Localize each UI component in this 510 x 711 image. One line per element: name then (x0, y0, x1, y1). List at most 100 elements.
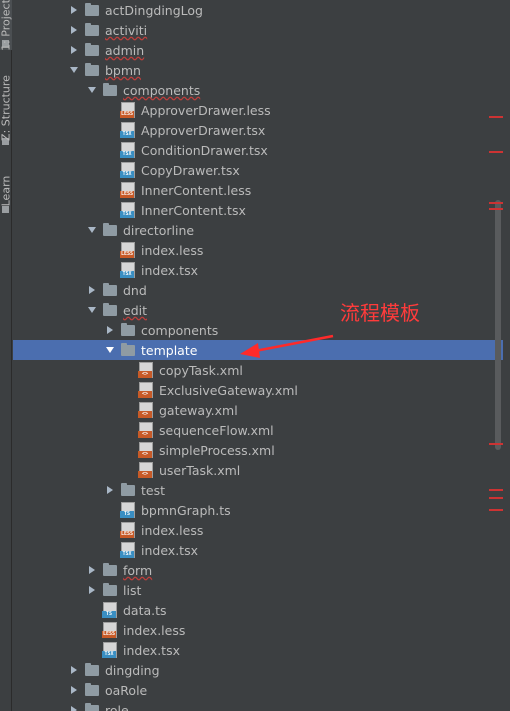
tree-item-label: index.less (141, 242, 204, 258)
chevron-right-icon[interactable] (103, 480, 117, 500)
chevron-right-icon[interactable] (85, 580, 99, 600)
tree-folder-row[interactable]: template (13, 340, 503, 360)
error-stripe-marker[interactable] (489, 116, 503, 118)
tree-file-row[interactable]: TSX ApproverDrawer.tsx (13, 120, 503, 140)
tree-file-row[interactable]: <> ExclusiveGateway.xml (13, 380, 503, 400)
file-type-badge: <> (138, 391, 152, 398)
tree-folder-row[interactable]: oaRole (13, 680, 503, 700)
error-stripe-marker[interactable] (489, 151, 503, 153)
chevron-right-icon[interactable] (67, 660, 81, 680)
tree-file-row[interactable]: <> userTask.xml (13, 460, 503, 480)
tree-folder-row[interactable]: form (13, 560, 503, 580)
chevron-down-icon[interactable] (103, 340, 117, 360)
error-stripe-marker[interactable] (489, 443, 503, 445)
file-type-badge: LESS (120, 191, 134, 198)
tree-folder-row[interactable]: components (13, 80, 503, 100)
chevron-right-icon[interactable] (67, 20, 81, 40)
tree-file-row[interactable]: <> simpleProcess.xml (13, 440, 503, 460)
tree-folder-row[interactable]: dingding (13, 660, 503, 680)
tree-item-label: index.tsx (141, 262, 198, 278)
file-type-badge: TS (102, 611, 116, 618)
error-stripe-marker[interactable] (489, 489, 503, 491)
tree-folder-row[interactable]: dnd (13, 280, 503, 300)
chevron-right-icon[interactable] (103, 320, 117, 340)
chevron-right-icon[interactable] (67, 0, 81, 20)
tree-file-row[interactable]: LESS index.less (13, 240, 503, 260)
tree-folder-row[interactable]: list (13, 580, 503, 600)
tree-file-row[interactable]: LESS ApproverDrawer.less (13, 100, 503, 120)
error-stripe-marker[interactable] (489, 208, 503, 210)
tree-file-row[interactable]: TSX index.tsx (13, 640, 503, 660)
tree-folder-row[interactable]: activiti (13, 20, 503, 40)
tree-item-label: bpmn (105, 62, 141, 78)
tree-file-row[interactable]: TSX index.tsx (13, 540, 503, 560)
learn-tool-icon (2, 206, 9, 213)
error-stripe-marker[interactable] (489, 497, 503, 499)
tree-file-row[interactable]: LESS index.less (13, 520, 503, 540)
tree-file-row[interactable]: <> sequenceFlow.xml (13, 420, 503, 440)
folder-icon (121, 342, 135, 356)
tree-item-label: components (141, 322, 219, 338)
tree-item-label: dnd (123, 282, 147, 298)
structure-tool-tab[interactable]: Z: Structure (0, 66, 13, 150)
tree-file-row[interactable]: <> copyTask.xml (13, 360, 503, 380)
tree-folder-row[interactable]: edit (13, 300, 503, 320)
error-stripe-marker[interactable] (489, 202, 503, 204)
chevron-down-icon[interactable] (67, 60, 81, 80)
chevron-right-icon[interactable] (67, 680, 81, 700)
tree-item-label: dingding (105, 662, 160, 678)
vertical-scrollbar[interactable] (493, 0, 503, 711)
tool-window-strip: 1: Project Z: Structure Learn (0, 0, 13, 711)
chevron-down-icon[interactable] (85, 80, 99, 100)
tree-folder-row[interactable]: bpmn (13, 60, 503, 80)
tree-folder-row[interactable]: directorline (13, 220, 503, 240)
file-type-badge: <> (138, 451, 152, 458)
project-tool-label: 1: Project (0, 0, 13, 51)
file-type-badge: TSX (120, 211, 134, 218)
tsx-file-icon: TSX (120, 122, 135, 138)
tree-file-row[interactable]: TS bpmnGraph.ts (13, 500, 503, 520)
tree-folder-row[interactable]: actDingdingLog (13, 0, 503, 20)
chevron-right-icon[interactable] (67, 40, 81, 60)
less-file-icon: LESS (120, 242, 135, 258)
tree-item-label: list (123, 582, 142, 598)
tree-file-row[interactable]: LESS InnerContent.less (13, 180, 503, 200)
learn-tool-tab[interactable]: Learn (0, 166, 13, 216)
project-tool-tab[interactable]: 1: Project (0, 0, 13, 51)
tree-folder-row[interactable]: role (13, 700, 503, 711)
tree-folder-row[interactable]: components (13, 320, 503, 340)
tree-file-row[interactable]: <> gateway.xml (13, 400, 503, 420)
tree-item-label: ApproverDrawer.tsx (141, 122, 266, 138)
chevron-right-icon[interactable] (67, 700, 81, 711)
tree-item-label: sequenceFlow.xml (159, 422, 274, 438)
file-type-badge: TSX (120, 271, 134, 278)
ts-file-icon: TS (120, 502, 135, 518)
tsx-file-icon: TSX (120, 142, 135, 158)
tree-file-row[interactable]: TS data.ts (13, 600, 503, 620)
tree-folder-row[interactable]: admin (13, 40, 503, 60)
error-stripe-marker[interactable] (489, 509, 503, 511)
tree-file-row[interactable]: TSX index.tsx (13, 260, 503, 280)
chevron-right-icon[interactable] (85, 560, 99, 580)
tree-file-row[interactable]: LESS index.less (13, 620, 503, 640)
folder-icon (103, 82, 117, 96)
tree-folder-row[interactable]: test (13, 480, 503, 500)
scrollbar-thumb[interactable] (495, 200, 501, 450)
tree-item-label: edit (123, 302, 147, 318)
chevron-down-icon[interactable] (85, 220, 99, 240)
tree-file-row[interactable]: TSX InnerContent.tsx (13, 200, 503, 220)
folder-icon (103, 222, 117, 236)
tree-item-label: index.less (123, 622, 186, 638)
tree-file-row[interactable]: TSX CopyDrawer.tsx (13, 160, 503, 180)
chevron-down-icon[interactable] (85, 300, 99, 320)
xml-file-icon: <> (138, 402, 153, 418)
tree-file-row[interactable]: TSX ConditionDrawer.tsx (13, 140, 503, 160)
chevron-right-icon[interactable] (85, 280, 99, 300)
